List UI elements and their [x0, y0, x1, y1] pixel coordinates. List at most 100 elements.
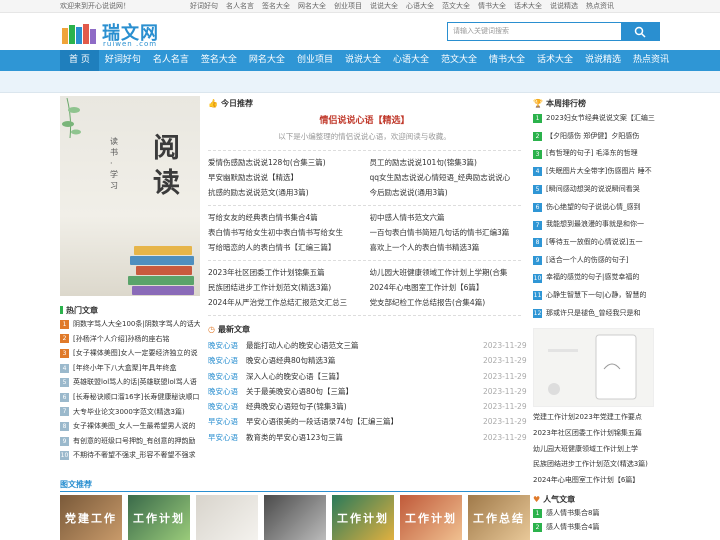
list-item[interactable]: 早安心语 教育类的早安心语123句三篇 2023-11-29	[208, 430, 527, 445]
top-link[interactable]: 好词好句	[190, 0, 218, 12]
article-link[interactable]: 今后励志说说(通用3篇)	[370, 185, 522, 200]
list-item[interactable]: 11 心静生智慧下一句|心静，智慧的	[533, 287, 660, 305]
nav-item[interactable]: 好词好句	[99, 50, 147, 71]
list-item[interactable]: 9 有创意的班级口号押韵_有创意的押韵励	[60, 434, 200, 449]
top-link[interactable]: 创业项目	[334, 0, 362, 12]
picture-recommend: 图文推荐 党建工作 工作计划 工作计划 工作计划 工作总结	[60, 478, 660, 540]
weekly-rank-title: 🏆 本周排行榜	[533, 98, 586, 108]
list-item[interactable]: 晚安心语 深入人心的晚安心语【三篇】 2023-11-29	[208, 369, 527, 384]
article-link[interactable]: 一百句表白情书简短几句话的情书汇编3篇	[370, 225, 522, 240]
nav-item[interactable]: 心语大全	[387, 50, 435, 71]
list-item[interactable]: 早安心语 早安心语很美的一段话语录74句【汇编三篇】 2023-11-29	[208, 414, 527, 429]
list-item[interactable]: 6 [长寿秘诀顺口溜16字]长寿健康秘诀顺口	[60, 390, 200, 405]
nav-item[interactable]: 热点资讯	[627, 50, 675, 71]
top-link[interactable]: 说说大全	[370, 0, 398, 12]
thumb-card[interactable]	[196, 495, 258, 540]
nav-item[interactable]: 情书大全	[483, 50, 531, 71]
nav-item[interactable]: 创业项目	[291, 50, 339, 71]
nav-item-home[interactable]: 首 页	[60, 50, 99, 71]
article-link[interactable]: 员工的励志说说101句(锦集3篇)	[370, 155, 522, 170]
list-item[interactable]: 7 我能想到最浪漫的事就是和你一	[533, 216, 660, 234]
top-link[interactable]: 说说精选	[550, 0, 578, 12]
top-link[interactable]: 网名大全	[298, 0, 326, 12]
top-link[interactable]: 热点资讯	[586, 0, 614, 12]
thumb-card[interactable]: 工作计划	[128, 495, 190, 540]
nav-item[interactable]: 范文大全	[435, 50, 483, 71]
list-item[interactable]: 10 不期待不奢望不强求_形容不奢望不强求	[60, 448, 200, 463]
list-item[interactable]: 3 [有哲理的句子] 毛泽东的哲理	[533, 145, 660, 163]
search-input[interactable]: 请输入关键词搜索	[448, 23, 621, 40]
top-link[interactable]: 情书大全	[478, 0, 506, 12]
list-item[interactable]: 晚安心语 晚安心语经典80句精选3篇 2023-11-29	[208, 353, 527, 368]
top-link[interactable]: 名人名言	[226, 0, 254, 12]
top-link[interactable]: 话术大全	[514, 0, 542, 12]
list-item[interactable]: 晚安心语 关于最美晚安心语80句【三篇】 2023-11-29	[208, 384, 527, 399]
thumb-card[interactable]: 党建工作	[60, 495, 122, 540]
thumb-card[interactable]: 工作总结	[468, 495, 530, 540]
list-item[interactable]: 2 【夕阳感伤 郑伊健】夕阳感伤	[533, 128, 660, 146]
list-item[interactable]: 7 大专毕业论文3000字范文(精选3篇)	[60, 405, 200, 420]
list-item[interactable]: 幼儿园大班健康领域工作计划上学	[533, 442, 660, 458]
top-link[interactable]: 心语大全	[406, 0, 434, 12]
article-link[interactable]: 写给女友的经典表白情书集合4篇	[208, 210, 360, 225]
site-logo[interactable]: 瑞文网 ruiwen .com	[60, 20, 165, 50]
article-link[interactable]: 民族团结进步工作计划范文(精选3篇)	[208, 280, 360, 295]
headline[interactable]: 情侣说说心语【精选】	[208, 113, 521, 126]
list-item[interactable]: 6 伤心绝望的句子说说心情_感到	[533, 199, 660, 217]
list-item[interactable]: 4 [失眠图片大全带字]伤感图片 睡不	[533, 163, 660, 181]
list-item[interactable]: 8 [等待五一放假的心情说说]五一	[533, 234, 660, 252]
list-item[interactable]: 3 [女子裸体美图]女人一定要经济独立的说	[60, 346, 200, 361]
article-link[interactable]: 幼儿园大班健康领域工作计划上学期(合集	[370, 265, 522, 280]
nav-item[interactable]: 名人名言	[147, 50, 195, 71]
list-item[interactable]: 民族团结进步工作计划范文(精选3篇)	[533, 457, 660, 473]
nav-item[interactable]: 网名大全	[243, 50, 291, 71]
notebook-list: 党建工作计划2023年党建工作要点 2023年社区团委工作计划锦集五篇 幼儿园大…	[533, 410, 660, 488]
notebook-image[interactable]	[533, 328, 654, 408]
today-group-2: 写给女友的经典表白情书集合4篇 初中感人情书范文六篇 表白情书写给女生初中表白情…	[208, 206, 521, 261]
article-link[interactable]: 喜欢上一个人的表白情书精选3篇	[370, 240, 522, 255]
article-link[interactable]: qq女生励志说说心情短语_经典励志说说心	[370, 170, 522, 185]
welcome-text: 欢迎来到开心说说网！	[60, 2, 130, 10]
list-item[interactable]: 10 幸福的感觉的句子|感觉幸福的	[533, 269, 660, 287]
today-group-1: 爱情伤感励志说说128句(合集三篇) 员工的励志说说101句(锦集3篇) 早安幽…	[208, 151, 521, 206]
top-link[interactable]: 签名大全	[262, 0, 290, 12]
list-item[interactable]: 9 [适合一个人的伤感的句子]	[533, 252, 660, 270]
search-button[interactable]	[621, 23, 659, 40]
thumb-card[interactable]	[264, 495, 326, 540]
main-nav: 首 页 好词好句 名人名言 签名大全 网名大全 创业项目 说说大全 心语大全 范…	[0, 50, 720, 71]
list-item[interactable]: 5 英雄联盟lol骂人的话|英雄联盟lol骂人语	[60, 375, 200, 390]
list-item[interactable]: 4 [年终小年下八大盒聚]年具年终盒	[60, 361, 200, 376]
thumb-card[interactable]: 工作计划	[332, 495, 394, 540]
picture-title: 图文推荐	[60, 478, 520, 492]
list-item[interactable]: 5 [瞬间感动想哭的说说瞬间看哭	[533, 181, 660, 199]
article-link[interactable]: 写给暗恋的人的表白情书【汇编三篇】	[208, 240, 360, 255]
list-item[interactable]: 12 那或许只是褪色_曾经我只是和	[533, 305, 660, 323]
nav-item[interactable]: 话术大全	[531, 50, 579, 71]
article-link[interactable]: 党支部纪检工作总结报告(合集4篇)	[370, 295, 522, 310]
nav-item[interactable]: 说说精选	[579, 50, 627, 71]
list-item[interactable]: 晚安心语 最能打动人心的晚安心语范文三篇 2023-11-29	[208, 338, 527, 353]
featured-image[interactable]: 读书 · 学习 阅 读	[60, 96, 200, 296]
trophy-icon: 🏆	[533, 98, 543, 108]
list-item[interactable]: 1 阴数字骂人大全100条|阴数字骂人的话大	[60, 317, 200, 332]
top-link[interactable]: 范文大全	[442, 0, 470, 12]
thumb-card[interactable]: 工作计划	[400, 495, 462, 540]
article-link[interactable]: 2024年从严治党工作总结汇报范文汇总三	[208, 295, 360, 310]
list-item[interactable]: 晚安心语 经典晚安心语短句子(锦集3篇) 2023-11-29	[208, 399, 527, 414]
article-link[interactable]: 初中感人情书范文六篇	[370, 210, 522, 225]
list-item[interactable]: 2 [孙杨洋个人介绍]孙杨的座右铭	[60, 332, 200, 347]
article-link[interactable]: 2023年社区团委工作计划锦集五篇	[208, 265, 360, 280]
nav-item[interactable]: 签名大全	[195, 50, 243, 71]
list-item[interactable]: 1 2023妇女节经典说说文案【汇编三	[533, 110, 660, 128]
article-link[interactable]: 2024年心电图室工作计划【6篇】	[370, 280, 522, 295]
list-item[interactable]: 党建工作计划2023年党建工作要点	[533, 410, 660, 426]
list-item[interactable]: 2023年社区团委工作计划锦集五篇	[533, 426, 660, 442]
article-link[interactable]: 早安幽默励志说说【精选】	[208, 170, 360, 185]
book-spine	[136, 266, 192, 275]
article-link[interactable]: 爱情伤感励志说说128句(合集三篇)	[208, 155, 360, 170]
book-spine	[130, 256, 194, 265]
article-link[interactable]: 表白情书写给女生初中表白情书写给女生	[208, 225, 360, 240]
nav-item[interactable]: 说说大全	[339, 50, 387, 71]
list-item[interactable]: 8 女子裸体美图_女人一生最希望男人说的	[60, 419, 200, 434]
article-link[interactable]: 抗感的励志说说范文(通用3篇)	[208, 185, 360, 200]
